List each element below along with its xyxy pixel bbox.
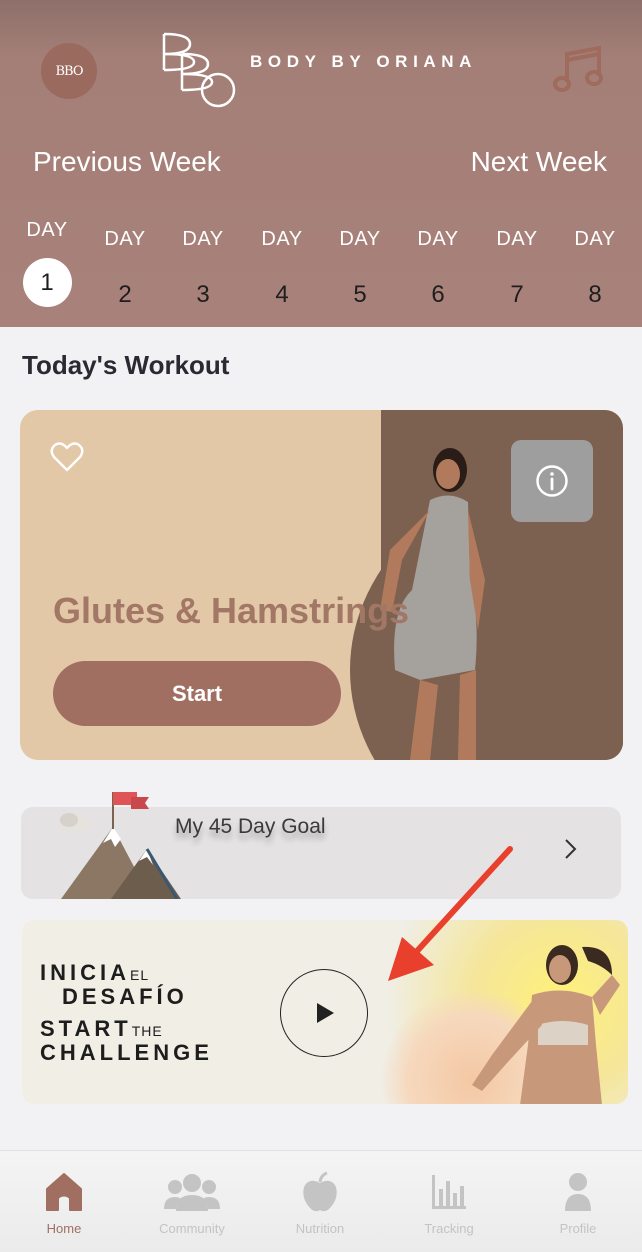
chart-icon — [432, 1175, 466, 1209]
section-title: Today's Workout — [22, 350, 230, 380]
challenge-card[interactable]: INICIAEL DESAFÍO STARTTHE CHALLENGE — [22, 920, 628, 1104]
day-number: 2 — [118, 281, 132, 308]
day-tab-7[interactable]: DAY 7 — [478, 218, 556, 319]
challenge-line-1: INICIAEL — [40, 960, 149, 986]
day-label: DAY — [574, 228, 616, 250]
avatar[interactable]: BBO — [41, 43, 97, 99]
challenge-text: DESAFÍO — [62, 984, 188, 1009]
day-label: DAY — [339, 228, 381, 250]
tab-label: Tracking — [424, 1221, 474, 1236]
play-video-button[interactable] — [280, 969, 368, 1057]
day-tab-5[interactable]: DAY 5 — [321, 218, 399, 319]
week-header: BBO BODY BY ORIANA Previous Week Next We… — [0, 0, 642, 327]
day-tab-3[interactable]: DAY 3 — [164, 218, 242, 319]
tab-tracking[interactable]: Tracking — [385, 1171, 513, 1236]
challenge-text: START — [40, 1016, 132, 1041]
avatar-monogram: BBO — [55, 63, 83, 79]
day-number: 5 — [353, 281, 367, 308]
day-selector: DAY 1 DAY 2 DAY 3 DAY 4 DAY 5 DAY 6 DAY … — [0, 218, 642, 318]
community-icon — [164, 1174, 220, 1211]
workout-card[interactable]: Glutes & Hamstrings Start — [20, 410, 623, 760]
home-icon — [46, 1173, 82, 1211]
day-label: DAY — [496, 228, 538, 250]
day-tab-4[interactable]: DAY 4 — [243, 218, 321, 319]
tab-label: Home — [46, 1221, 82, 1236]
day-label: DAY — [182, 228, 224, 250]
brand-logo-icon — [162, 32, 236, 108]
tab-label: Nutrition — [295, 1221, 345, 1236]
day-number: 1 — [22, 258, 72, 307]
day-tab-2[interactable]: DAY 2 — [86, 218, 164, 319]
tab-community[interactable]: Community — [128, 1171, 256, 1236]
day-number: 8 — [588, 281, 602, 308]
challenge-text-small: EL — [130, 967, 150, 983]
tab-label: Profile — [559, 1221, 597, 1236]
day-label: DAY — [26, 219, 68, 241]
challenge-line-4: CHALLENGE — [40, 1040, 213, 1066]
challenge-text: CHALLENGE — [40, 1040, 213, 1065]
previous-week-button[interactable]: Previous Week — [33, 146, 221, 178]
workout-title: Glutes & Hamstrings — [53, 590, 410, 631]
day-label: DAY — [261, 228, 303, 250]
challenge-line-3: STARTTHE — [40, 1016, 163, 1042]
chevron-right-icon — [565, 839, 577, 859]
next-week-button[interactable]: Next Week — [471, 146, 607, 178]
tab-nutrition[interactable]: Nutrition — [256, 1171, 384, 1236]
mountain-flag-icon — [58, 792, 181, 899]
goal-card[interactable]: My 45 Day Goal — [21, 792, 621, 899]
challenge-text: INICIA — [40, 960, 130, 985]
day-number: 4 — [275, 281, 289, 308]
day-tab-8[interactable]: DAY 8 — [556, 218, 634, 319]
goal-label: My 45 Day Goal — [175, 815, 326, 838]
music-icon[interactable] — [553, 44, 603, 94]
tab-home[interactable]: Home — [0, 1171, 128, 1236]
start-workout-button[interactable]: Start — [53, 661, 341, 726]
info-button[interactable] — [511, 440, 593, 522]
play-icon — [317, 1003, 334, 1023]
challenge-text-small: THE — [131, 1023, 163, 1039]
red-arrow-annotation — [388, 846, 513, 981]
apple-icon — [303, 1171, 337, 1212]
day-number: 3 — [196, 281, 210, 308]
challenge-line-2: DESAFÍO — [62, 984, 188, 1010]
info-icon — [536, 465, 568, 497]
tab-profile[interactable]: Profile — [514, 1171, 642, 1236]
day-number: 6 — [431, 281, 445, 308]
profile-icon — [565, 1173, 591, 1211]
day-tab-6[interactable]: DAY 6 — [399, 218, 477, 319]
favorite-heart-icon[interactable] — [50, 440, 84, 474]
app-screen: BBO BODY BY ORIANA Previous Week Next We… — [0, 0, 642, 1252]
day-label: DAY — [104, 228, 146, 250]
tab-label: Community — [159, 1221, 225, 1236]
day-tab-1[interactable]: DAY 1 — [8, 218, 86, 307]
day-label: DAY — [417, 228, 459, 250]
tab-bar: Home Community Nutrition Tracking Profil… — [0, 1150, 642, 1252]
day-number: 7 — [510, 281, 524, 308]
brand-name: BODY BY ORIANA — [250, 52, 478, 71]
